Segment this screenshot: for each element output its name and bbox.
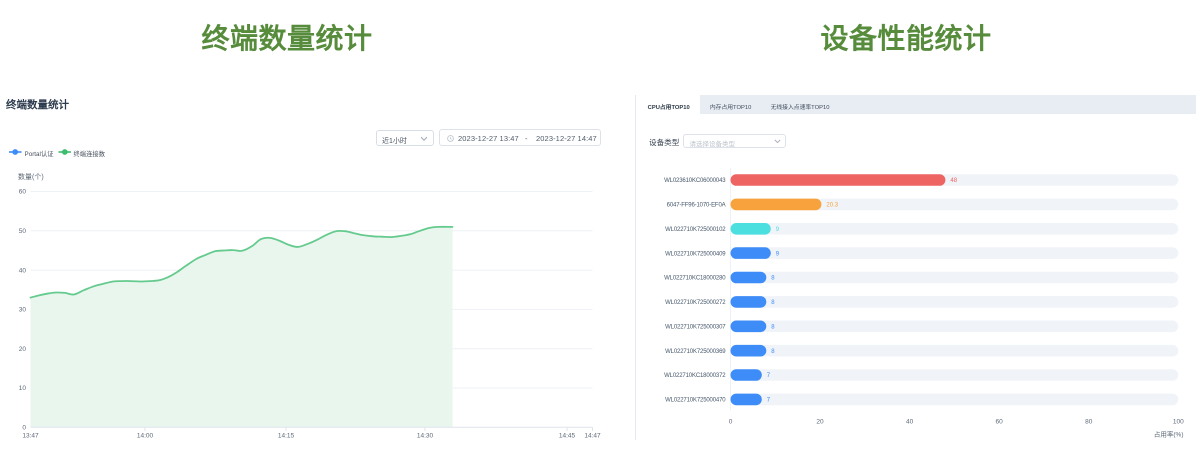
svg-text:100: 100 xyxy=(1173,419,1184,426)
svg-text:48: 48 xyxy=(950,178,957,184)
svg-text:WL022710K725000272: WL022710K725000272 xyxy=(665,300,726,306)
svg-text:14:15: 14:15 xyxy=(278,433,295,440)
svg-text:60: 60 xyxy=(995,419,1003,426)
svg-text:20: 20 xyxy=(816,419,824,426)
svg-text:WL022710K725000369: WL022710K725000369 xyxy=(665,349,726,355)
svg-text:WL022710K725000470: WL022710K725000470 xyxy=(665,398,726,404)
svg-text:WL022710K725000307: WL022710K725000307 xyxy=(665,325,726,331)
svg-text:0: 0 xyxy=(729,419,733,426)
svg-text:WL023610KC06000043: WL023610KC06000043 xyxy=(664,178,726,184)
svg-text:20.3: 20.3 xyxy=(826,203,838,209)
svg-text:40: 40 xyxy=(19,267,27,274)
svg-text:14:00: 14:00 xyxy=(137,433,154,440)
svg-text:14:30: 14:30 xyxy=(417,433,434,440)
svg-text:WL022710KC18000372: WL022710KC18000372 xyxy=(664,373,726,379)
svg-text:14:47: 14:47 xyxy=(584,433,601,440)
svg-text:50: 50 xyxy=(19,228,27,235)
svg-text:60: 60 xyxy=(19,189,27,196)
svg-text:WL022710K725000102: WL022710K725000102 xyxy=(665,227,726,233)
svg-text:6047-FF96-1070-EF0A: 6047-FF96-1070-EF0A xyxy=(667,203,726,209)
svg-text:0: 0 xyxy=(22,425,26,432)
svg-text:20: 20 xyxy=(19,346,27,353)
svg-text:40: 40 xyxy=(906,419,914,426)
svg-text:WL022710K725000409: WL022710K725000409 xyxy=(665,251,726,257)
svg-text:14:45: 14:45 xyxy=(559,433,576,440)
svg-text:13:47: 13:47 xyxy=(22,433,39,440)
svg-text:占用率(%): 占用率(%) xyxy=(1154,430,1184,439)
svg-text:30: 30 xyxy=(19,307,27,314)
svg-text:WL022710KC18000280: WL022710KC18000280 xyxy=(664,276,726,282)
svg-text:80: 80 xyxy=(1085,419,1093,426)
svg-text:10: 10 xyxy=(19,385,27,392)
